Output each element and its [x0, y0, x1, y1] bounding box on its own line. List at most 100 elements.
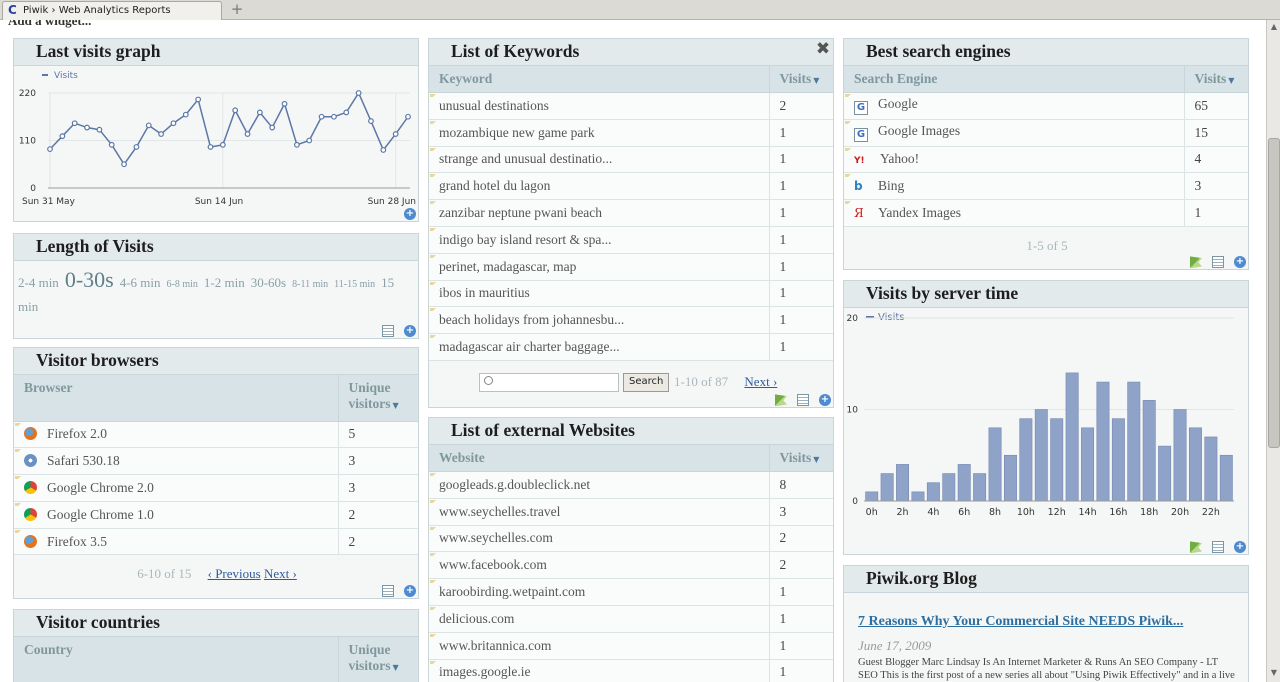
table-row[interactable]: perinet, madagascar, map 1	[429, 253, 833, 281]
visit-length-tag[interactable]: 2-4 min	[18, 275, 59, 290]
visit-length-tag[interactable]: 8-11 min	[292, 279, 328, 290]
data-point	[256, 109, 263, 116]
widget-visitor-browsers: Visitor browsers Browser Unique visitors…	[13, 347, 419, 599]
next-page-link[interactable]: Next ›	[264, 566, 297, 581]
dashboard-page: Add a widget... Last visits graph Visits…	[0, 20, 1266, 682]
table-row[interactable]: Google Chrome 1.0 2	[14, 501, 418, 529]
widget-title[interactable]: Last visits graph	[14, 39, 418, 66]
expand-icon[interactable]: +	[404, 325, 416, 338]
sort-desc-icon: ▼	[813, 76, 820, 85]
table-row[interactable]: www.seychelles.com 2	[429, 525, 833, 553]
expand-icon[interactable]: +	[404, 208, 416, 221]
visit-length-tag[interactable]: 11-15 min	[334, 279, 375, 290]
scroll-down-icon[interactable]: ▼	[1269, 668, 1279, 678]
export-icon[interactable]	[775, 394, 787, 407]
keyword-search-button[interactable]: Search	[623, 373, 670, 392]
widget-title[interactable]: Best search engines	[844, 39, 1248, 66]
data-point	[269, 124, 276, 131]
table-row[interactable]: karoobirding.wetpaint.com 1	[429, 578, 833, 606]
new-tab-button[interactable]: +	[229, 1, 245, 17]
widget-title[interactable]: Visits by server time	[844, 281, 1248, 308]
row-label-cell: Google Chrome 1.0	[14, 501, 339, 529]
column-header-visits[interactable]: Visits ▼	[769, 66, 833, 93]
column-header-keyword[interactable]: Keyword	[429, 66, 770, 93]
blog-post-title-link[interactable]: 7 Reasons Why Your Commercial Site NEEDS…	[858, 614, 1183, 630]
table-row[interactable]: beach holidays from johannesbu... 1	[429, 306, 833, 335]
table-row[interactable]: Я Yandex Images 1	[844, 199, 1248, 227]
sort-desc-icon: ▼	[392, 401, 399, 410]
column-header-visits[interactable]: Visits ▼	[1184, 66, 1248, 93]
expand-icon[interactable]: +	[404, 585, 416, 598]
column-header-search-engine[interactable]: Search Engine	[844, 66, 1185, 93]
widget-footer: +	[376, 582, 416, 598]
table-row[interactable]: unusual destinations 2	[429, 92, 833, 120]
table-row[interactable]: grand hotel du lagon 1	[429, 172, 833, 201]
column-header-website[interactable]: Website	[429, 445, 770, 472]
table-row[interactable]: www.britannica.com 1	[429, 632, 833, 660]
data-point	[232, 107, 239, 114]
keyword-search-input[interactable]	[479, 373, 619, 392]
table-row[interactable]: G Google Images 15	[844, 119, 1248, 147]
expand-icon[interactable]: +	[1234, 256, 1246, 269]
table-row[interactable]: Firefox 2.0 5	[14, 421, 418, 449]
table-row[interactable]: madagascar air charter baggage... 1	[429, 333, 833, 361]
table-row[interactable]: images.google.ie 1	[429, 659, 833, 682]
data-point	[47, 146, 53, 153]
widget-title[interactable]: List of Keywords ✖	[429, 39, 833, 66]
table-row[interactable]: delicious.com 1	[429, 605, 833, 633]
widget-title[interactable]: Length of Visits	[14, 234, 418, 261]
table-view-icon[interactable]	[382, 325, 394, 338]
x-tick-label: 16h	[1109, 507, 1127, 518]
close-widget-icon[interactable]: ✖	[815, 41, 831, 58]
widget-visitor-countries: Visitor countries Country Unique visitor…	[13, 609, 419, 682]
data-point	[59, 133, 66, 140]
table-view-icon[interactable]	[1212, 256, 1224, 269]
table-row[interactable]: googleads.g.doubleclick.net 8	[429, 471, 833, 499]
table-row[interactable]: G Google 65	[844, 92, 1248, 120]
widget-title[interactable]: Visitor countries	[14, 610, 418, 637]
column-header-visits[interactable]: Visits ▼	[769, 445, 833, 472]
table-row[interactable]: www.seychelles.travel 3	[429, 498, 833, 526]
visit-length-tag[interactable]: 4-6 min	[120, 275, 161, 290]
column-header-country[interactable]: Country	[14, 637, 339, 682]
column-header-unique-visitors[interactable]: Unique visitors ▼	[338, 375, 418, 422]
table-row[interactable]: www.facebook.com 2	[429, 551, 833, 580]
browser-tab[interactable]: C Piwik › Web Analytics Reports	[2, 1, 222, 20]
countries-table: Country Unique visitors ▼	[14, 637, 418, 682]
visit-length-tag[interactable]: 30-60s	[251, 275, 286, 290]
table-row[interactable]: ibos in mauritius 1	[429, 280, 833, 308]
yahoo-icon: Y!	[854, 156, 865, 167]
table-row[interactable]: strange and unusual destinatio... 1	[429, 146, 833, 174]
scroll-up-icon[interactable]: ▲	[1269, 22, 1279, 32]
table-row[interactable]: Google Chrome 2.0 3	[14, 474, 418, 502]
widget-title[interactable]: List of external Websites	[429, 418, 833, 445]
column-header-browser[interactable]: Browser	[14, 375, 339, 422]
expand-icon[interactable]: +	[1234, 541, 1246, 554]
export-icon[interactable]	[1190, 256, 1202, 269]
table-row[interactable]: indigo bay island resort & spa... 1	[429, 226, 833, 254]
table-view-icon[interactable]	[797, 394, 809, 407]
visit-length-tag[interactable]: 6-8 min	[167, 279, 198, 290]
table-view-icon[interactable]	[1212, 541, 1224, 554]
table-view-icon[interactable]	[382, 585, 394, 598]
export-icon[interactable]	[1190, 541, 1202, 554]
table-row[interactable]: zanzibar neptune pwani beach 1	[429, 199, 833, 227]
table-row[interactable]: b Bing 3	[844, 172, 1248, 201]
scrollbar-thumb[interactable]	[1268, 138, 1280, 448]
vertical-scrollbar[interactable]: ▲ ▼	[1266, 20, 1280, 682]
table-row[interactable]: Firefox 3.5 2	[14, 528, 418, 556]
next-page-link[interactable]: Next ›	[744, 374, 777, 389]
table-row[interactable]: Y! Yahoo! 4	[844, 146, 1248, 174]
column-header-unique-visitors[interactable]: Unique visitors ▼	[338, 637, 418, 682]
browser-tab-title: Piwik › Web Analytics Reports	[23, 5, 171, 16]
expand-icon[interactable]: +	[819, 394, 831, 407]
table-row[interactable]: Safari 530.18 3	[14, 447, 418, 476]
row-value: 3	[1184, 172, 1248, 201]
widget-title[interactable]: Visitor browsers	[14, 348, 418, 375]
table-row[interactable]: mozambique new game park 1	[429, 119, 833, 147]
visit-length-tag[interactable]: 1-2 min	[204, 275, 245, 290]
visit-length-tag[interactable]: 0-30s	[65, 267, 114, 292]
add-widget-link[interactable]: Add a widget...	[8, 20, 91, 29]
previous-page-link[interactable]: ‹ Previous	[208, 566, 261, 581]
widget-title[interactable]: Piwik.org Blog	[844, 566, 1248, 593]
